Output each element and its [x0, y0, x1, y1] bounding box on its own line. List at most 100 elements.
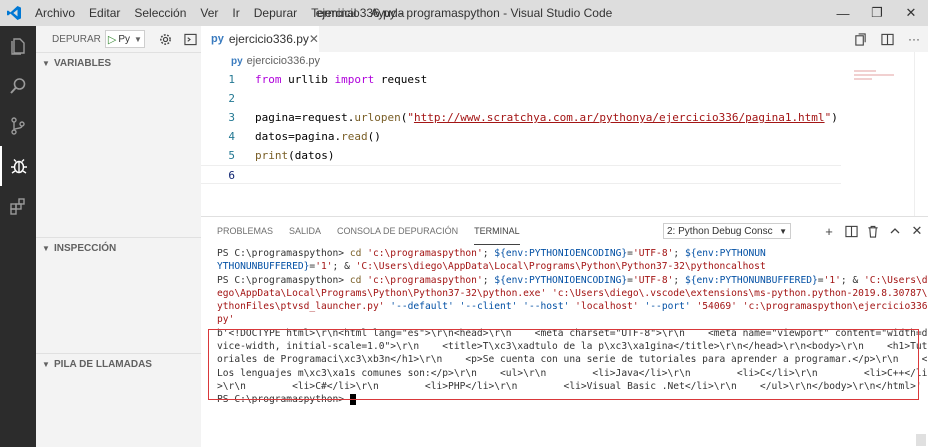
menu-item-editar[interactable]: Editar — [82, 0, 127, 26]
terminal-token: ; — [482, 274, 495, 286]
panel-tabs: PROBLEMAS SALIDA CONSOLA DE DEPURACIÓN T… — [201, 217, 928, 245]
terminal-token: PS C:\programaspython> — [217, 248, 350, 259]
code-text: print(datos) — [255, 146, 334, 165]
terminal-line: py' — [217, 313, 917, 326]
code-text: datos=pagina.read() — [255, 127, 381, 146]
search-icon[interactable] — [0, 66, 36, 106]
variables-section-header[interactable]: ▼ VARIABLES — [36, 52, 201, 74]
debug-sidebar: DEPURAR ▷ Py ▼ ▼ VARIABLES ▼ INSPECCIÓN ▼ P… — [36, 26, 201, 447]
debug-console-icon[interactable] — [184, 33, 197, 46]
explorer-icon[interactable] — [0, 26, 36, 66]
terminal-token: ; — [482, 248, 495, 259]
terminal-token: 'C:\Users\diego\AppData\Local\Programs\P… — [355, 261, 766, 273]
terminal-token: '1' — [315, 261, 333, 273]
terminal-token: 'c:\programaspython\ejercicio336. — [742, 301, 928, 313]
menu-item-ver[interactable]: Ver — [193, 0, 225, 26]
more-actions-icon[interactable]: ··· — [908, 32, 920, 46]
code-line[interactable]: 3 pagina=request.urlopen("http://www.scra… — [201, 108, 928, 127]
launch-config-select[interactable]: ▷ Py ▼ — [104, 30, 145, 48]
gear-icon[interactable] — [159, 33, 172, 46]
terminal-token: 'UTF-8' — [632, 274, 674, 286]
launch-config-value: Py — [118, 33, 131, 45]
code-token: pagina=request. — [255, 111, 355, 124]
code-token: urlopen — [354, 111, 401, 124]
new-terminal-icon[interactable]: + — [818, 224, 840, 239]
split-terminal-icon[interactable] — [840, 225, 862, 238]
code-line[interactable]: 2 — [201, 89, 928, 108]
maximize-panel-icon[interactable] — [884, 225, 906, 237]
bottom-panel: PROBLEMAS SALIDA CONSOLA DE DEPURACIÓN T… — [201, 216, 928, 447]
terminal-line: PS C:\programaspython> cd 'c:\programasp… — [217, 274, 928, 287]
code-token: from — [255, 73, 282, 86]
terminal-token: cd — [349, 248, 362, 259]
menu-item-selección[interactable]: Selección — [127, 0, 193, 26]
restore-button[interactable]: ❐ — [860, 0, 894, 26]
editor-scrollbar[interactable] — [914, 52, 928, 242]
extensions-icon[interactable] — [0, 186, 36, 226]
terminal-token: cd — [349, 274, 362, 286]
menu-item-ayuda[interactable]: Ayuda — [363, 0, 411, 26]
trash-icon[interactable] — [862, 225, 884, 238]
chevron-down-icon: ▼ — [42, 244, 50, 253]
tab-problems[interactable]: PROBLEMAS — [217, 217, 273, 245]
code-line[interactable]: 6 — [201, 165, 841, 184]
terminal-token: '--client' — [459, 301, 518, 313]
code-token: import — [334, 73, 375, 86]
chevron-down-icon: ▼ — [779, 227, 787, 236]
code-token: request — [374, 73, 428, 86]
terminal-token: '1' — [823, 274, 841, 286]
chevron-down-icon: ▼ — [42, 360, 50, 369]
terminal-token: 'c:\Users\diego\.vscode\extensions\ms-py… — [552, 287, 928, 299]
code-token: () — [367, 130, 381, 143]
code-line[interactable]: 1 from urllib import request — [201, 70, 928, 89]
debug-toolbar: DEPURAR ▷ Py ▼ — [36, 26, 201, 52]
terminal-token: ; — [673, 248, 685, 259]
terminal-line: PS C:\programaspython> cd 'c:\programasp… — [217, 247, 917, 260]
close-window-button[interactable]: ✕ — [894, 0, 928, 26]
terminal-token: ; — [673, 274, 685, 286]
tab-label: ejercicio336.py — [228, 32, 309, 46]
line-number: 6 — [228, 169, 235, 182]
tab-output[interactable]: SALIDA — [289, 217, 321, 245]
code-text: from urllib import request — [255, 70, 427, 89]
menu-item-depurar[interactable]: Depurar — [247, 0, 304, 26]
menu-item-archivo[interactable]: Archivo — [28, 0, 82, 26]
breadcrumb[interactable]: py ejercicio336.py — [201, 52, 928, 70]
tab-terminal[interactable]: TERMINAL — [474, 217, 520, 245]
call-stack-section-header[interactable]: ▼ PILA DE LLAMADAS — [36, 353, 201, 375]
terminal-select[interactable]: 2: Python Debug Consc ▼ — [663, 223, 791, 239]
watch-section-header[interactable]: ▼ INSPECCIÓN — [36, 237, 201, 259]
code-token: ) — [831, 111, 838, 124]
terminal-token: ; & — [332, 261, 356, 273]
line-number: 5 — [228, 149, 235, 162]
python-file-icon: py — [231, 56, 243, 67]
open-changes-icon[interactable] — [854, 32, 867, 46]
tab-ejercicio336[interactable]: py ejercicio336.py ✕ — [201, 26, 319, 52]
code-line[interactable]: 5 print(datos) — [201, 146, 928, 165]
terminal-line: ego\AppData\Local\Programs\Python\Python… — [217, 287, 928, 300]
debug-icon[interactable] — [0, 146, 36, 186]
code-token: urllib — [281, 73, 335, 86]
code-token: (datos) — [288, 149, 335, 162]
code-editor[interactable]: 1 from urllib import request 2 3 pagina=requ… — [201, 70, 928, 184]
split-editor-icon[interactable] — [881, 33, 894, 46]
menu-bar: Archivo Editar Selección Ver Ir Depurar Termin… — [28, 0, 411, 26]
close-panel-icon[interactable]: ✕ — [906, 223, 928, 239]
minimap[interactable] — [854, 70, 914, 90]
code-line[interactable]: 4 datos=pagina.read() — [201, 127, 928, 146]
tab-debug-console[interactable]: CONSOLA DE DEPURACIÓN — [337, 217, 458, 245]
terminal-token: PS C:\programaspython> — [217, 274, 350, 286]
code-token: " — [407, 111, 414, 124]
line-number: 1 — [228, 73, 235, 86]
menu-item-ir[interactable]: Ir — [225, 0, 246, 26]
terminal-scrollbar[interactable] — [914, 245, 928, 448]
code-token[interactable]: http://www.scratchya.com.ar/pythonya/eje… — [414, 111, 825, 124]
minimize-button[interactable]: — — [826, 0, 860, 26]
menu-item-terminal[interactable]: Terminal — [304, 0, 363, 26]
code-token: datos=pagina. — [255, 130, 342, 143]
python-file-icon: py — [211, 33, 224, 45]
source-control-icon[interactable] — [0, 106, 36, 146]
close-tab-icon[interactable]: ✕ — [309, 32, 319, 46]
play-icon[interactable]: ▷ — [106, 33, 118, 46]
line-number: 4 — [228, 130, 235, 143]
